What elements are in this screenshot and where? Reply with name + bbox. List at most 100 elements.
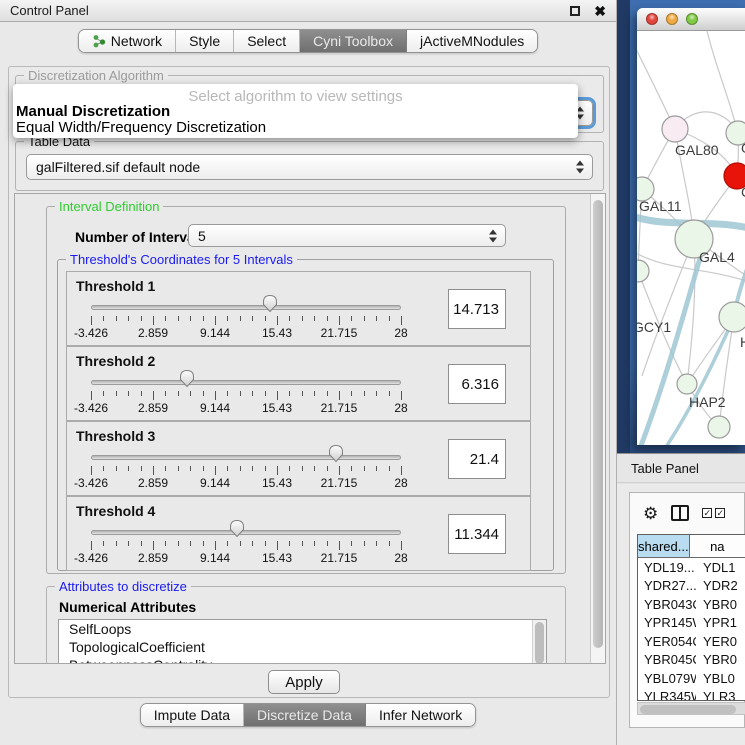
right-region: GAL80GCGAL11GAL4GCY1HHAP2 Table Panel ⚙ … bbox=[617, 0, 745, 745]
network-node[interactable] bbox=[708, 416, 730, 438]
slider-tick bbox=[302, 541, 303, 546]
cell-shared-name: YBR043C bbox=[638, 597, 696, 612]
slider-tick bbox=[289, 316, 290, 321]
slider-tick bbox=[203, 541, 204, 546]
bottom-tab-infer-network[interactable]: Infer Network bbox=[366, 704, 475, 726]
numerical-attributes-list[interactable]: SelfLoopsTopologicalCoefficientBetweenne… bbox=[58, 619, 547, 664]
table-row[interactable]: YPR145WYPR1 bbox=[638, 614, 745, 633]
bottom-tab-label: Infer Network bbox=[379, 707, 462, 723]
slider-tick bbox=[389, 316, 390, 321]
table-horizontal-scrollbar[interactable] bbox=[637, 702, 745, 715]
list-item[interactable]: BetweennessCentrality bbox=[59, 656, 546, 664]
panel-title: Control Panel bbox=[10, 3, 570, 18]
slider-tick bbox=[364, 541, 365, 546]
table-data-select[interactable]: galFiltered.sif default node bbox=[26, 154, 593, 180]
threshold-slider[interactable]: -3.4262.8599.14415.4321.71528 bbox=[91, 347, 401, 422]
column-header-name[interactable]: na bbox=[690, 535, 745, 557]
slider-scale-label: 21.715 bbox=[321, 401, 358, 415]
table-row[interactable]: YDL19...YDL1 bbox=[638, 558, 745, 577]
node-label: GAL11 bbox=[639, 198, 682, 214]
slider-tick bbox=[351, 541, 352, 546]
algorithm-option-manual[interactable]: Manual Discretization bbox=[16, 103, 170, 120]
slider-tick bbox=[401, 541, 402, 550]
split-columns-icon[interactable] bbox=[671, 505, 689, 521]
slider-track[interactable] bbox=[91, 380, 401, 385]
threshold-slider[interactable]: -3.4262.8599.14415.4321.71528 bbox=[91, 272, 401, 347]
network-canvas[interactable]: GAL80GCGAL11GAL4GCY1HHAP2 bbox=[637, 31, 745, 445]
table-row[interactable]: YBR045CYBR0 bbox=[638, 651, 745, 670]
slider-tick bbox=[203, 466, 204, 471]
table-row[interactable]: YBR043CYBR0 bbox=[638, 595, 745, 614]
tab-select[interactable]: Select bbox=[234, 30, 300, 52]
tab-style[interactable]: Style bbox=[176, 30, 234, 52]
zoom-traffic-light[interactable] bbox=[686, 13, 698, 25]
checked-checkbox-icon[interactable]: ✓ bbox=[702, 508, 712, 518]
slider-tick bbox=[240, 391, 241, 396]
slider-tick bbox=[190, 316, 191, 321]
slider-tick bbox=[252, 316, 253, 321]
column-header-shared[interactable]: shared... bbox=[638, 535, 690, 557]
slider-tick bbox=[265, 391, 266, 396]
network-node[interactable] bbox=[637, 260, 649, 282]
table-row[interactable]: YLR345WYLR3 bbox=[638, 688, 745, 702]
slider-track[interactable] bbox=[91, 305, 401, 310]
close-icon[interactable]: ✖ bbox=[594, 6, 606, 16]
tab-cyni-toolbox[interactable]: Cyni Toolbox bbox=[300, 30, 407, 52]
bottom-tab-impute-data[interactable]: Impute Data bbox=[141, 704, 244, 726]
threshold-value-field[interactable]: 14.713 bbox=[448, 289, 506, 329]
tab-jactivemnodules[interactable]: jActiveMNodules bbox=[407, 30, 537, 52]
slider-track[interactable] bbox=[91, 530, 401, 535]
table-row[interactable]: YDR27...YDR2 bbox=[638, 577, 745, 596]
table-panel-toolbar: ⚙ ✓ ✓ bbox=[630, 493, 744, 533]
cell-shared-name: YBR045C bbox=[638, 652, 696, 667]
number-of-intervals-value: 5 bbox=[198, 228, 206, 244]
network-node[interactable] bbox=[662, 116, 688, 142]
slider-thumb-icon[interactable] bbox=[328, 444, 344, 468]
slider-tick bbox=[327, 316, 328, 321]
slider-track[interactable] bbox=[91, 455, 401, 460]
slider-thumb-icon[interactable] bbox=[179, 369, 195, 393]
slider-scale-label: 2.859 bbox=[138, 476, 168, 490]
slider-thumb-icon[interactable] bbox=[229, 519, 245, 543]
threshold-value-field[interactable]: 6.316 bbox=[448, 364, 506, 404]
table-row[interactable]: YBL079WYBL0 bbox=[638, 669, 745, 688]
minimize-traffic-light[interactable] bbox=[666, 13, 678, 25]
slider-tick bbox=[227, 391, 228, 396]
threshold-value-field[interactable]: 11.344 bbox=[448, 514, 506, 554]
list-scrollbar[interactable] bbox=[532, 620, 546, 664]
node-table[interactable]: shared... na YDL19...YDL1YDR27...YDR2YBR… bbox=[637, 534, 745, 701]
checked-checkbox-icon[interactable]: ✓ bbox=[715, 508, 725, 518]
threshold-panel-1: Threshold 1-3.4262.8599.14415.4321.71528… bbox=[66, 271, 531, 346]
cell-shared-name: YDL19... bbox=[638, 560, 696, 575]
threshold-slider[interactable]: -3.4262.8599.14415.4321.71528 bbox=[91, 497, 401, 572]
bottom-tab-discretize-data[interactable]: Discretize Data bbox=[244, 704, 366, 726]
apply-button[interactable]: Apply bbox=[268, 670, 340, 694]
cell-shared-name: YPR145W bbox=[638, 615, 696, 630]
table-row[interactable]: YER054CYER0 bbox=[638, 632, 745, 651]
network-node[interactable] bbox=[719, 302, 745, 332]
slider-scale-label: 9.144 bbox=[200, 476, 230, 490]
network-node[interactable] bbox=[677, 374, 697, 394]
slider-tick bbox=[165, 316, 166, 321]
number-of-intervals-select[interactable]: 5 bbox=[188, 224, 506, 247]
settings-scrollbar[interactable] bbox=[590, 194, 605, 663]
slider-tick bbox=[153, 466, 154, 475]
list-item[interactable]: SelfLoops bbox=[59, 620, 546, 638]
tab-network[interactable]: Network bbox=[79, 30, 176, 52]
slider-tick bbox=[376, 466, 377, 471]
cell-shared-name: YDR27... bbox=[638, 578, 696, 593]
slider-tick bbox=[289, 541, 290, 546]
gear-icon[interactable]: ⚙ bbox=[643, 505, 658, 522]
close-traffic-light[interactable] bbox=[646, 13, 658, 25]
float-window-icon[interactable] bbox=[570, 6, 580, 16]
slider-thumb-icon[interactable] bbox=[262, 294, 278, 318]
slider-scale-label: 28 bbox=[394, 551, 407, 565]
slider-tick bbox=[364, 391, 365, 396]
threshold-value-field[interactable]: 21.4 bbox=[448, 439, 506, 479]
algorithm-option-equal-width[interactable]: Equal Width/Frequency Discretization bbox=[16, 119, 266, 136]
node-label: H bbox=[740, 334, 745, 350]
bottom-tab-label: Discretize Data bbox=[257, 707, 352, 723]
slider-scale-label: 9.144 bbox=[200, 326, 230, 340]
list-item[interactable]: TopologicalCoefficient bbox=[59, 638, 546, 656]
threshold-slider[interactable]: -3.4262.8599.14415.4321.71528 bbox=[91, 422, 401, 497]
